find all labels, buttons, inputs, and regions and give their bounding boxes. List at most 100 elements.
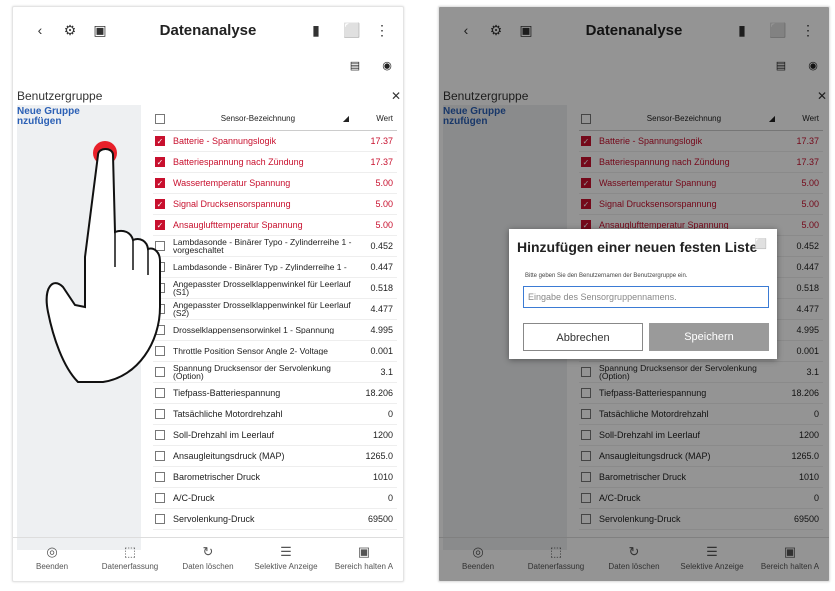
toolbar-label: Beenden <box>35 562 69 571</box>
new-list-dialog: Hinzufügen einer neuen festen Liste ⬜ Bi… <box>509 229 777 359</box>
table-row[interactable]: Barometrischer Druck 1010 <box>153 467 397 488</box>
table-row[interactable]: ✓ Wassertemperatur Spannung 5.00 <box>153 173 397 194</box>
toolbar-button[interactable]: ◎ Beenden <box>13 538 91 581</box>
toolbar-label: Daten löschen <box>182 562 234 571</box>
row-value: 0.452 <box>370 241 393 251</box>
row-checkbox[interactable] <box>155 451 165 461</box>
row-value: 17.37 <box>370 136 393 146</box>
row-value: 3.1 <box>380 367 393 377</box>
row-value: 5.00 <box>375 199 393 209</box>
table-row[interactable]: Angepasster Drosselklappenwinkel für Lee… <box>153 278 397 299</box>
group-header-label: Benutzergruppe <box>17 89 103 103</box>
row-label: Ansauglufttemperatur Spannung <box>173 220 303 230</box>
row-checkbox[interactable] <box>155 493 165 503</box>
row-label: Barometrischer Druck <box>173 472 261 482</box>
toolbar-button[interactable]: ☰ Selektive Anzeige <box>247 538 325 581</box>
table-row[interactable]: Drosselklappensensorwinkel 1 - Spannung 4… <box>153 320 397 341</box>
table-row[interactable]: Lambdasonde - Binärer Typ - Zylinderreih… <box>153 257 397 278</box>
row-label: Wassertemperatur Spannung <box>173 178 291 188</box>
table-row[interactable]: Tatsächliche Motordrehzahl 0 <box>153 404 397 425</box>
capture-icon: ⬚ <box>123 544 137 559</box>
sensor-table: Sensor-Bezeichnung ◢ Wert ✓ Batterie - Sp… <box>153 107 397 530</box>
group-header: Benutzergruppe ✕ <box>17 89 401 103</box>
bottom-toolbar: ◎ Beenden ⬚ Datenerfassung ↻ Daten löschen ☰ Se… <box>13 537 403 581</box>
canvas: ‹ ⚙ ▣ Datenanalyse ▮ ⬜ ⋮ ▤ ◉ Benutzergru… <box>0 0 835 591</box>
row-value: 18.206 <box>365 388 393 398</box>
row-checkbox[interactable] <box>155 472 165 482</box>
row-value: 69500 <box>367 514 393 524</box>
table-row[interactable]: ✓ Signal Drucksensorspannung 5.00 <box>153 194 397 215</box>
table-row[interactable]: Throttle Position Sensor Angle 2- Voltag… <box>153 341 397 362</box>
table-row[interactable]: Lambdasonde - Binärer Typo - Zylinderrei… <box>153 236 397 257</box>
row-value: 1010 <box>372 472 393 482</box>
new-group-button[interactable]: Neue Gruppe nzufügen <box>17 107 80 127</box>
row-value: 0.001 <box>370 346 393 356</box>
row-value: 0.518 <box>370 283 393 293</box>
toolbar-label: Bereich halten A <box>334 562 394 571</box>
sub-toolbar: ▤ ◉ <box>347 57 395 73</box>
expand-icon[interactable]: ⬜ <box>343 21 361 39</box>
table-row[interactable]: ✓ Batteriespannung nach Zündung 17.37 <box>153 152 397 173</box>
row-value: 1265.0 <box>365 451 393 461</box>
table-row[interactable]: ✓ Batterie - Spannungslogik 17.37 <box>153 131 397 152</box>
row-checkbox[interactable] <box>155 409 165 419</box>
row-label: Batteriespannung nach Zündung <box>173 157 304 167</box>
toolbar-button[interactable]: ↻ Daten löschen <box>169 538 247 581</box>
toolbar-button[interactable]: ⬚ Datenerfassung <box>91 538 169 581</box>
col-value-header: Wert <box>376 114 393 123</box>
select-all-checkbox[interactable] <box>155 113 165 124</box>
dialog-title: Hinzufügen einer neuen festen Liste <box>517 239 758 255</box>
col-name-header: Sensor-Bezeichnung <box>220 114 296 123</box>
phone-left: ‹ ⚙ ▣ Datenanalyse ▮ ⬜ ⋮ ▤ ◉ Benutzergru… <box>12 6 404 582</box>
dialog-hint: Bitte geben Sie den Benutzernamen der Be… <box>525 273 688 279</box>
table-row[interactable]: Tiefpass-Batteriespannung 18.206 <box>153 383 397 404</box>
row-value: 0 <box>387 409 393 419</box>
close-icon[interactable]: ✕ <box>391 89 401 103</box>
table-row[interactable]: Soll-Drehzahl im Leerlauf 1200 <box>153 425 397 446</box>
row-value: 4.995 <box>370 325 393 335</box>
hold-icon: ▣ <box>357 544 371 559</box>
row-label: Servolenkung-Druck <box>173 514 255 524</box>
save-button[interactable]: Speichern <box>649 323 769 351</box>
table-row[interactable]: Servolenkung-Druck 69500 <box>153 509 397 530</box>
list-icon: ☰ <box>280 544 292 559</box>
table-row[interactable]: A/C-Druck 0 <box>153 488 397 509</box>
group-name-input[interactable]: Eingabe des Sensorgruppennamens. <box>523 286 769 308</box>
table-row[interactable]: Spannung Drucksensor der Servolenkung (O… <box>153 362 397 383</box>
row-label: Tiefpass-Batteriespannung <box>173 388 281 398</box>
refresh-icon: ↻ <box>202 544 214 559</box>
row-value: 4.477 <box>370 304 393 314</box>
table-row[interactable]: Angepasster Drosselklappenwinkel für Lee… <box>153 299 397 320</box>
row-checkbox[interactable] <box>155 430 165 440</box>
vehicle-icon[interactable]: ▤ <box>347 57 363 73</box>
table-row[interactable]: ✓ Ansauglufttemperatur Spannung 5.00 <box>153 215 397 236</box>
row-label: Ansaugleitungsdruck (MAP) <box>173 451 285 461</box>
row-value: 5.00 <box>375 220 393 230</box>
top-bar: ‹ ⚙ ▣ Datenanalyse ▮ ⬜ ⋮ <box>13 7 403 51</box>
sort-icon[interactable]: ◢ <box>343 114 349 123</box>
row-label: Angepasster Drosselklappenwinkel für Lee… <box>173 300 351 318</box>
stop-icon: ◎ <box>46 544 58 559</box>
toolbar-label: Datenerfassung <box>101 562 159 571</box>
expand-icon[interactable]: ⬜ <box>755 239 767 250</box>
table-header: Sensor-Bezeichnung ◢ Wert <box>153 107 397 131</box>
row-checkbox[interactable] <box>155 514 165 524</box>
row-label: Lambdasonde - Binärer Typo - Zylinderrei… <box>173 237 352 255</box>
row-label: Signal Drucksensorspannung <box>173 199 291 209</box>
row-label: Spannung Drucksensor der Servolenkung (O… <box>173 363 331 381</box>
row-label: A/C-Druck <box>173 493 215 503</box>
row-label: Throttle Position Sensor Angle 2- Voltag… <box>173 346 328 356</box>
cancel-button[interactable]: Abbrechen <box>523 323 643 351</box>
row-value: 5.00 <box>375 178 393 188</box>
more-icon[interactable]: ⋮ <box>373 21 391 39</box>
row-checkbox[interactable] <box>155 388 165 398</box>
row-label: Soll-Drehzahl im Leerlauf <box>173 430 275 440</box>
phone-right: ‹ ⚙ ▣ Datenanalyse ▮ ⬜ ⋮ ▤ ◉ Benutzergru… <box>438 6 830 582</box>
toolbar-button[interactable]: ▣ Bereich halten A <box>325 538 403 581</box>
graph-icon[interactable]: ◉ <box>379 57 395 73</box>
row-value: 17.37 <box>370 157 393 167</box>
battery-icon[interactable]: ▮ <box>307 21 325 39</box>
table-row[interactable]: Ansaugleitungsdruck (MAP) 1265.0 <box>153 446 397 467</box>
row-label: Drosselklappensensorwinkel 1 - Spannung <box>173 325 335 335</box>
row-value: 0.447 <box>370 262 393 272</box>
